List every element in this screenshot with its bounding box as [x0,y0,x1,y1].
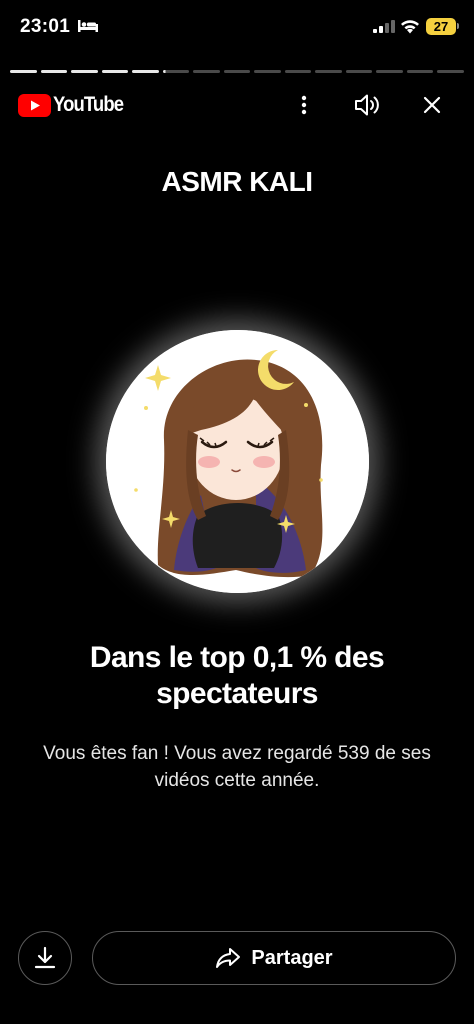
progress-segment [437,70,464,73]
download-button[interactable] [18,931,72,985]
progress-segment [376,70,403,73]
progress-segment [193,70,220,73]
progress-segment [284,70,312,73]
close-icon [423,96,441,114]
cellular-signal-icon [373,20,395,33]
progress-segment [254,70,281,73]
progress-segment [162,70,190,73]
progress-segment [223,70,251,73]
share-label: Partager [251,946,333,969]
battery-icon: 27 [426,18,456,35]
bed-icon [78,20,98,32]
sound-button[interactable] [351,88,385,122]
progress-segment [406,70,434,73]
progress-segment [10,70,37,73]
close-button[interactable] [415,88,449,122]
ranking-description: Vous êtes fan ! Vous avez regardé 539 de… [43,743,431,791]
progress-segment [40,70,68,73]
progress-segment [315,70,342,73]
youtube-play-icon [18,93,51,117]
more-vertical-icon [301,95,307,115]
channel-name: ASMR KALI [161,166,313,197]
story-progress-bar [10,70,464,73]
battery-tip [457,23,459,29]
speaker-icon [355,94,379,116]
progress-segment [71,70,98,73]
download-icon [34,946,56,969]
ranking-headline: Dans le top 0,1 % des spectateurs [89,641,385,710]
youtube-logo: YouTube [18,92,133,118]
progress-segment [132,70,159,73]
share-button[interactable]: Partager [92,931,456,985]
more-options-button[interactable] [287,88,321,122]
share-arrow-icon [216,948,241,968]
status-bar: 23:01 27 [0,0,474,56]
youtube-wordmark: YouTube [53,93,124,116]
avatar-illustration [106,330,369,593]
progress-segment [101,70,129,73]
wifi-icon [401,20,419,34]
channel-avatar [106,330,369,593]
status-time: 23:01 [20,16,71,37]
progress-segment [345,70,373,73]
